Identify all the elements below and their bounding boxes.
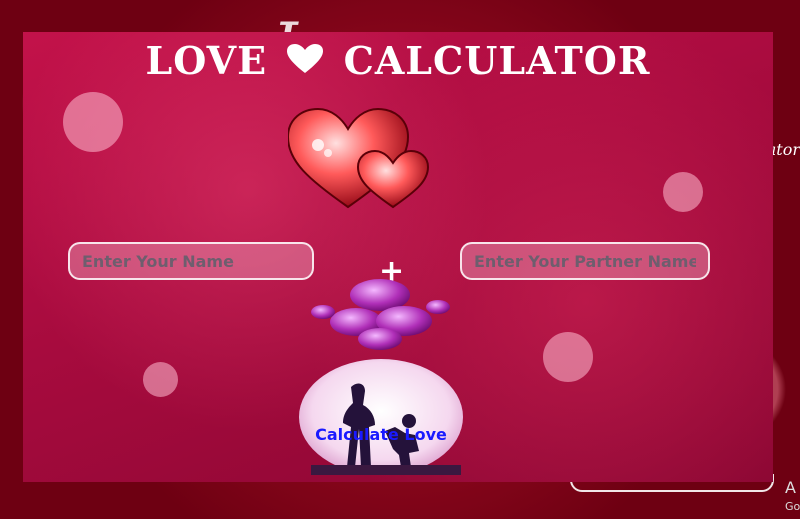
- your-name-input[interactable]: [68, 242, 314, 280]
- partner-name-input[interactable]: [460, 242, 710, 280]
- love-calculator-card: LOVE CALCULATOR +: [23, 32, 773, 482]
- background-corner-text: Go: [785, 500, 800, 513]
- title-love: LOVE: [145, 38, 268, 83]
- couple-proposal-image: [299, 359, 463, 475]
- bokeh-light: [543, 332, 593, 382]
- background-corner-letter: A: [785, 478, 796, 497]
- title-calculator: CALCULATOR: [343, 38, 651, 83]
- glossy-hearts-image: [288, 107, 430, 209]
- purple-hearts-image: [311, 279, 450, 350]
- page-title: LOVE CALCULATOR: [23, 38, 773, 83]
- calculate-love-button[interactable]: Calculate Love: [315, 422, 447, 446]
- heart-icon: [287, 38, 324, 83]
- bokeh-light: [663, 172, 703, 212]
- bokeh-light: [143, 362, 178, 397]
- bokeh-light: [63, 92, 123, 152]
